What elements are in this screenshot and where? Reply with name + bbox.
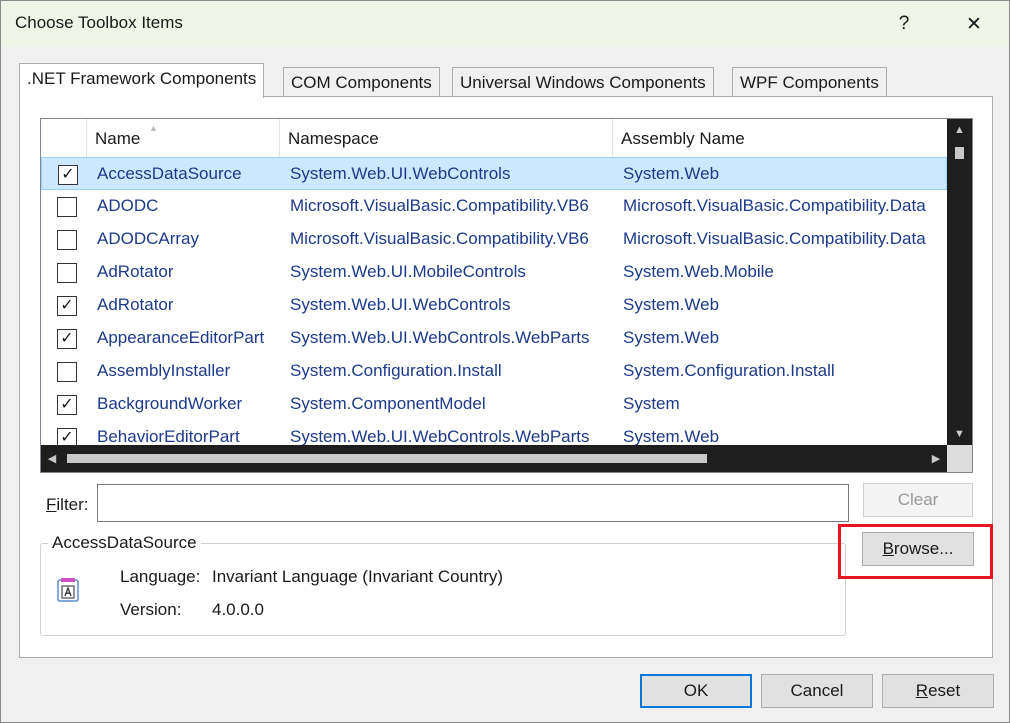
horizontal-scrollbar[interactable]: ◀ ▶	[41, 445, 947, 472]
scrollbar-corner	[947, 445, 972, 472]
row-checkbox[interactable]: ✓	[57, 329, 77, 349]
vertical-scroll-thumb[interactable]	[955, 147, 964, 159]
version-label: Version:	[120, 600, 182, 619]
table-row[interactable]: ADODC Microsoft.VisualBasic.Compatibilit…	[41, 190, 947, 223]
tab-net-framework-components[interactable]: .NET Framework Components	[19, 63, 265, 98]
filter-input[interactable]	[97, 484, 849, 522]
row-name: AdRotator	[97, 295, 174, 314]
column-header-assembly-name[interactable]: Assembly Name	[613, 119, 947, 157]
row-assembly: System.Web	[623, 427, 720, 445]
checkbox-column-header[interactable]	[41, 119, 87, 157]
table-row[interactable]: ADODCArray Microsoft.VisualBasic.Compati…	[41, 223, 947, 256]
row-checkbox[interactable]: ✓	[57, 428, 77, 445]
tab-panel: Name ▲ Namespace Assembly Name ✓ AccessD…	[19, 96, 993, 658]
row-assembly: System	[623, 394, 680, 413]
reset-button[interactable]: Reset	[882, 674, 994, 708]
row-checkbox[interactable]	[57, 362, 77, 382]
filter-label-mnemonic: F	[46, 495, 57, 514]
clear-button[interactable]: Clear	[863, 483, 973, 517]
scroll-up-icon[interactable]: ▲	[947, 119, 972, 141]
row-namespace: System.ComponentModel	[290, 394, 486, 413]
close-button[interactable]: ✕	[951, 1, 997, 47]
tab-universal-windows-components[interactable]: Universal Windows Components	[452, 67, 714, 97]
component-icon	[57, 578, 79, 602]
row-name: BackgroundWorker	[97, 394, 243, 413]
column-header-namespace[interactable]: Namespace	[280, 119, 613, 157]
table-row[interactable]: ✓ AdRotator System.Web.UI.WebControls Sy…	[41, 289, 947, 322]
row-namespace: System.Web.UI.WebControls.WebParts	[290, 427, 590, 445]
list-body: ✓ AccessDataSource System.Web.UI.WebCont…	[41, 157, 947, 445]
tab-com-components[interactable]: COM Components	[283, 67, 440, 97]
row-namespace: System.Web.UI.WebControls	[290, 295, 511, 314]
window-title: Choose Toolbox Items	[15, 13, 183, 32]
table-row[interactable]: AssemblyInstaller System.Configuration.I…	[41, 355, 947, 388]
scroll-left-icon[interactable]: ◀	[41, 445, 63, 472]
row-namespace: System.Web.UI.MobileControls	[290, 262, 526, 281]
table-row[interactable]: ✓ BehaviorEditorPart System.Web.UI.WebCo…	[41, 421, 947, 445]
ok-button[interactable]: OK	[640, 674, 752, 708]
row-assembly: System.Web	[623, 328, 720, 347]
row-name: AppearanceEditorPart	[97, 328, 265, 347]
filter-label: Filter:	[46, 495, 89, 515]
row-namespace: System.Configuration.Install	[290, 361, 502, 380]
row-assembly: Microsoft.VisualBasic.Compatibility.Data	[623, 196, 926, 215]
row-name: ADODC	[97, 196, 159, 215]
row-checkbox[interactable]: ✓	[57, 296, 77, 316]
row-name: AdRotator	[97, 262, 174, 281]
column-header-name-label: Name	[95, 129, 141, 148]
row-name: AssemblyInstaller	[97, 361, 231, 380]
row-name: AccessDataSource	[97, 164, 242, 183]
component-details-group	[40, 543, 846, 636]
choose-toolbox-items-dialog: Choose Toolbox Items ? ✕ .NET Framework …	[0, 0, 1010, 723]
row-checkbox[interactable]	[57, 197, 77, 217]
row-namespace: Microsoft.VisualBasic.Compatibility.VB6	[290, 196, 589, 215]
reset-mnemonic: R	[915, 681, 929, 700]
row-namespace: System.Web.UI.WebControls	[290, 164, 511, 183]
language-label: Language:	[120, 567, 201, 586]
row-namespace: System.Web.UI.WebControls.WebParts	[290, 328, 590, 347]
row-assembly: System.Web	[623, 295, 720, 314]
row-namespace: Microsoft.VisualBasic.Compatibility.VB6	[290, 229, 589, 248]
column-header-name[interactable]: Name ▲	[87, 119, 280, 157]
scroll-down-icon[interactable]: ▼	[947, 423, 972, 445]
table-row[interactable]: ✓ AppearanceEditorPart System.Web.UI.Web…	[41, 322, 947, 355]
sort-ascending-icon: ▲	[149, 123, 158, 133]
row-assembly: Microsoft.VisualBasic.Compatibility.Data	[623, 229, 926, 248]
cancel-button[interactable]: Cancel	[761, 674, 873, 708]
row-checkbox[interactable]: ✓	[57, 395, 77, 415]
row-name: BehaviorEditorPart	[97, 427, 240, 445]
table-row[interactable]: ✓ AccessDataSource System.Web.UI.WebCont…	[41, 157, 947, 190]
component-details-title: AccessDataSource	[48, 533, 201, 553]
language-value: Invariant Language (Invariant Country)	[212, 567, 504, 586]
help-button[interactable]: ?	[881, 1, 927, 47]
list-header: Name ▲ Namespace Assembly Name	[41, 119, 947, 157]
tab-wpf-components[interactable]: WPF Components	[732, 67, 887, 97]
row-assembly: System.Web.Mobile	[623, 262, 774, 281]
table-row[interactable]: AdRotator System.Web.UI.MobileControls S…	[41, 256, 947, 289]
components-list[interactable]: Name ▲ Namespace Assembly Name ✓ AccessD…	[40, 118, 973, 473]
filter-label-text: ilter:	[56, 495, 89, 514]
table-row[interactable]: ✓ BackgroundWorker System.ComponentModel…	[41, 388, 947, 421]
horizontal-scroll-thumb[interactable]	[67, 454, 707, 463]
row-checkbox[interactable]	[57, 230, 77, 250]
reset-text: eset	[928, 681, 961, 700]
row-assembly: System.Configuration.Install	[623, 361, 835, 380]
scroll-right-icon[interactable]: ▶	[925, 445, 947, 472]
row-name: ADODCArray	[97, 229, 200, 248]
version-value: 4.0.0.0	[212, 600, 264, 619]
title-bar[interactable]: Choose Toolbox Items ? ✕	[1, 1, 1009, 47]
highlight-annotation	[838, 524, 993, 579]
row-assembly: System.Web	[623, 164, 720, 183]
vertical-scrollbar[interactable]: ▲ ▼	[947, 119, 972, 445]
row-checkbox[interactable]: ✓	[58, 165, 78, 185]
row-checkbox[interactable]	[57, 263, 77, 283]
